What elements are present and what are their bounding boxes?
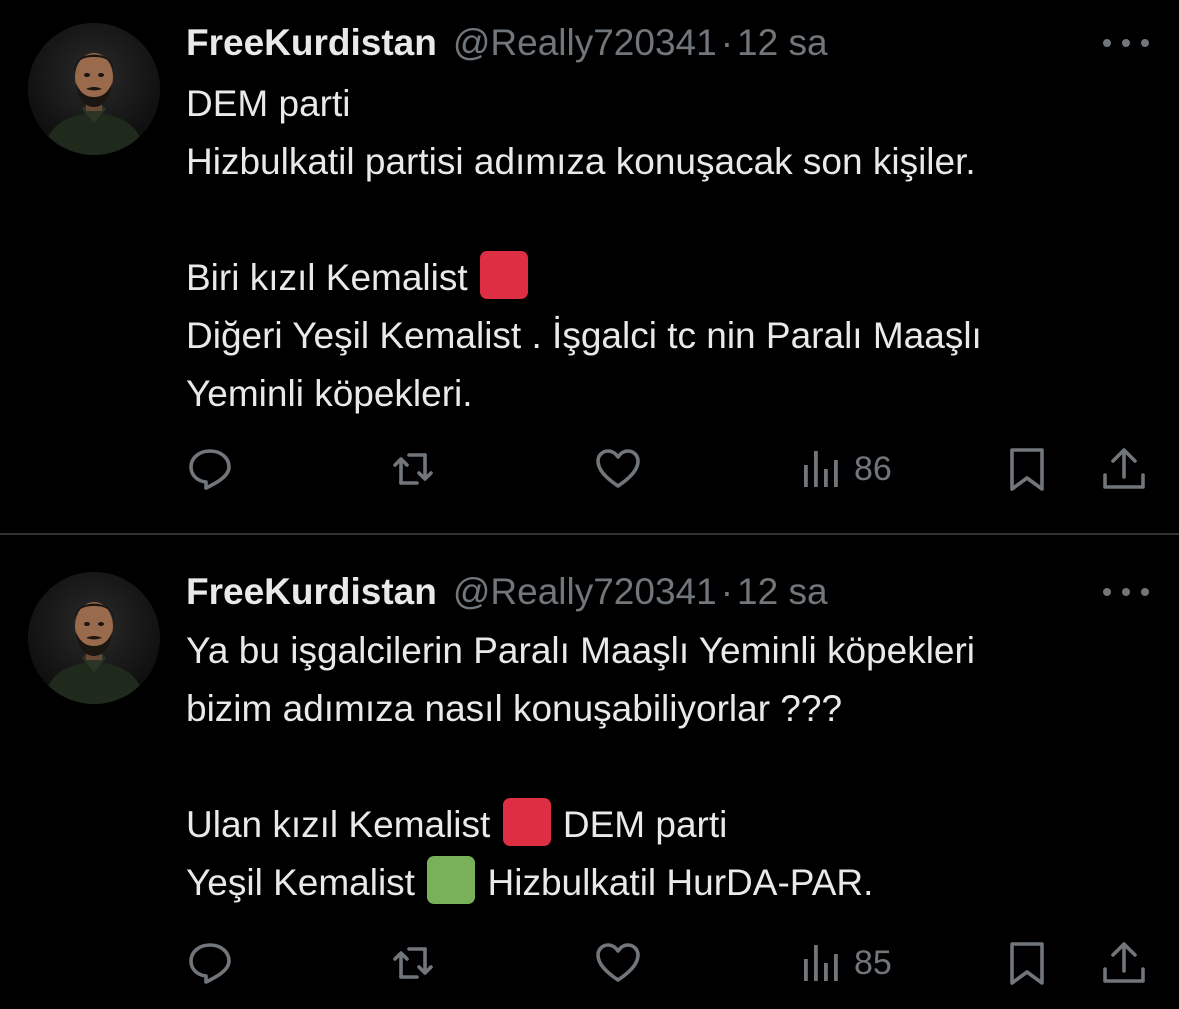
tweet-text-line: bizim adımıza nasıl konuşabiliyorlar ??? — [186, 688, 843, 729]
green-square-emoji — [427, 856, 476, 904]
avatar-image — [28, 572, 160, 704]
author-display-name[interactable]: FreeKurdistan — [186, 22, 437, 64]
header-separator: · — [720, 571, 734, 612]
views-chart-icon — [804, 945, 838, 981]
share-icon — [1103, 942, 1145, 983]
author-handle[interactable]: @Really720341 — [453, 571, 717, 613]
retweet-button[interactable] — [389, 939, 437, 987]
tweet-text: Ya bu işgalcilerin Paralı Maaşlı Yeminli… — [186, 622, 1161, 912]
red-square-emoji — [479, 251, 528, 299]
share-button[interactable] — [1100, 445, 1148, 493]
tweet-header: FreeKurdistan @Really720341 · 12 sa — [186, 568, 828, 616]
bookmark-button[interactable] — [1003, 445, 1051, 493]
red-square-emoji — [502, 798, 551, 846]
reply-icon — [189, 449, 231, 490]
more-horizontal-icon[interactable] — [1103, 582, 1149, 602]
retweet-icon — [393, 453, 433, 485]
tweet-timestamp[interactable]: 12 sa — [737, 571, 828, 613]
author-display-name[interactable]: FreeKurdistan — [186, 571, 437, 613]
action-bar: 86 — [186, 445, 1152, 493]
avatar[interactable] — [28, 23, 160, 155]
tweet-text-line: Ulan kızıl Kemalist DEM parti — [186, 796, 1161, 854]
avatar-image — [28, 23, 160, 155]
views-button[interactable]: 86 — [798, 445, 892, 493]
views-button[interactable]: 85 — [798, 939, 892, 987]
tweet-text-line: Diğeri Yeşil Kemalist . İşgalci tc nin P… — [186, 315, 982, 356]
retweet-button[interactable] — [389, 445, 437, 493]
tweet-2[interactable]: FreeKurdistan @Really720341 · 12 sa Ya b… — [0, 535, 1179, 1009]
tweet-header: FreeKurdistan @Really720341 · 12 sa — [186, 19, 828, 67]
more-horizontal-icon[interactable] — [1103, 33, 1149, 53]
retweet-icon — [393, 947, 433, 979]
tweet-text-line: DEM parti — [186, 83, 351, 124]
tweet-1[interactable]: FreeKurdistan @Really720341 · 12 sa DEM … — [0, 0, 1179, 533]
tweet-text-segment: DEM parti — [562, 804, 728, 845]
action-bar: 85 — [186, 939, 1152, 987]
bookmark-button[interactable] — [1003, 939, 1051, 987]
views-count: 86 — [854, 449, 892, 488]
heart-icon — [596, 943, 640, 982]
tweet-timestamp[interactable]: 12 sa — [737, 22, 828, 64]
share-button[interactable] — [1100, 939, 1148, 987]
tweet-text-line: Hizbulkatil partisi adımıza konuşacak so… — [186, 141, 976, 182]
tweet-text-segment: Hizbulkatil HurDA-PAR. — [487, 862, 874, 903]
views-count: 85 — [854, 943, 892, 982]
reply-button[interactable] — [186, 939, 234, 987]
like-button[interactable] — [594, 939, 642, 987]
tweet-text-segment: Yeşil Kemalist — [186, 862, 415, 903]
tweet-text: DEM parti Hizbulkatil partisi adımıza ko… — [186, 75, 1161, 423]
header-separator: · — [720, 22, 734, 63]
tweet-text-segment: Ulan kızıl Kemalist — [186, 804, 491, 845]
share-icon — [1103, 448, 1145, 489]
bookmark-icon — [1010, 448, 1044, 491]
tweet-text-line: Yeşil Kemalist Hizbulkatil HurDA-PAR. — [186, 854, 1161, 912]
heart-icon — [596, 449, 640, 488]
avatar[interactable] — [28, 572, 160, 704]
bookmark-icon — [1010, 942, 1044, 985]
tweet-text-line: Biri kızıl Kemalist — [186, 249, 1161, 307]
reply-button[interactable] — [186, 445, 234, 493]
tweet-text-segment: Biri kızıl Kemalist — [186, 257, 468, 298]
tweet-text-line: Yeminli köpekleri. — [186, 373, 473, 414]
views-chart-icon — [804, 451, 838, 487]
reply-icon — [189, 943, 231, 984]
like-button[interactable] — [594, 445, 642, 493]
tweet-text-line: Ya bu işgalcilerin Paralı Maaşlı Yeminli… — [186, 630, 976, 671]
author-handle[interactable]: @Really720341 — [453, 22, 717, 64]
